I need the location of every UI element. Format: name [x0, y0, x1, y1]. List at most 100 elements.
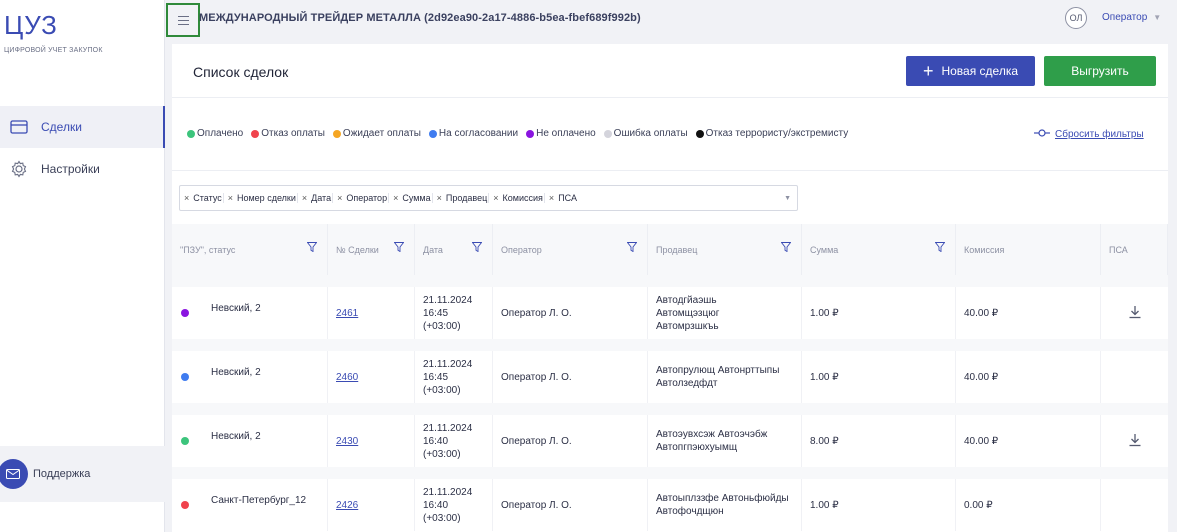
close-icon[interactable]: × [184, 193, 189, 203]
support-button[interactable]: Поддержка [0, 446, 165, 502]
column-chip-label: ПСА [558, 193, 577, 203]
header-sum[interactable]: Сумма [802, 224, 956, 275]
cell-pzu-status: Санкт-Петербург_12 [172, 479, 328, 531]
cell-deal-number: 2461 [328, 287, 415, 339]
cell-seller: Автодгйаэшь Автомщэзцюг Автомрзшкъь [648, 287, 802, 339]
header-date[interactable]: Дата [415, 224, 493, 275]
cell-commission: 40.00 ₽ [956, 351, 1101, 403]
header-pzu-status[interactable]: "ПЗУ", статус [172, 224, 328, 275]
role-dropdown[interactable]: Оператор ▼ [1102, 12, 1161, 23]
header-label: ПСА [1109, 244, 1128, 255]
filter-icon[interactable] [471, 242, 483, 254]
column-chip-label: Продавец [445, 193, 488, 203]
date-date: 21.11.2024 [423, 486, 473, 498]
role-label: Оператор [1102, 12, 1148, 23]
pzu-name: Санкт-Петербург_12 [211, 494, 307, 506]
export-button[interactable]: Выгрузить [1044, 56, 1156, 86]
header-seller[interactable]: Продавец [648, 224, 802, 275]
sidebar-item-settings[interactable]: Настройки [0, 148, 165, 190]
status-legend: Оплачено Отказ оплаты Ожидает оплаты На сог… [187, 128, 856, 139]
date-time: 16:45 [423, 307, 449, 319]
cell-sum: 1.00 ₽ [802, 351, 956, 403]
table-row[interactable]: Невский, 2 2430 21.11.2024 16:40 (+03:00) Опе… [172, 415, 1168, 467]
divider [172, 97, 1168, 98]
sum-value: 1.00 ₽ [810, 371, 839, 383]
mail-icon [0, 459, 28, 489]
deal-link[interactable]: 2460 [336, 372, 358, 383]
date-tz: (+03:00) [423, 320, 461, 332]
cell-operator: Оператор Л. О. [493, 287, 648, 339]
page-title: Список сделок [193, 64, 289, 80]
columns-select[interactable]: × Статус × Номер сделки × Дата × Оператор × Сумма… [179, 185, 798, 211]
date-time: 16:45 [423, 371, 449, 383]
header-deal-number[interactable]: № Сделки [328, 224, 415, 275]
download-icon[interactable] [1128, 433, 1142, 450]
legend-item: Ошибка оплаты [603, 128, 688, 139]
close-icon[interactable]: × [549, 193, 554, 203]
operator-name: Оператор Л. О. [501, 435, 572, 447]
chevron-down-icon: ▼ [1153, 13, 1162, 22]
commission-value: 40.00 ₽ [964, 435, 999, 447]
deal-link[interactable]: 2426 [336, 500, 358, 511]
cell-operator: Оператор Л. О. [493, 351, 648, 403]
status-dot [603, 129, 612, 138]
chevron-down-icon: ▼ [784, 195, 791, 202]
filter-icon[interactable] [393, 242, 405, 254]
cell-deal-number: 2430 [328, 415, 415, 467]
new-deal-button[interactable]: + Новая сделка [906, 56, 1035, 86]
table-row[interactable]: Невский, 2 2460 21.11.2024 16:45 (+03:00) Опе… [172, 351, 1168, 403]
deal-link[interactable]: 2430 [336, 436, 358, 447]
header-commission[interactable]: Комиссия [956, 224, 1101, 275]
cell-psa [1101, 287, 1168, 339]
menu-toggle-button[interactable] [166, 3, 200, 37]
legend-label: Не оплачено [536, 128, 596, 139]
filter-icon[interactable] [934, 242, 946, 254]
sum-value: 1.00 ₽ [810, 307, 839, 319]
column-chip: × ПСА [543, 193, 577, 203]
filter-icon[interactable] [306, 242, 318, 254]
header-label: № Сделки [336, 244, 379, 255]
column-chip: × Комиссия [488, 193, 543, 203]
header-label: Оператор [501, 244, 542, 255]
table-row[interactable]: Невский, 2 2461 21.11.2024 16:45 (+03:00) Опе… [172, 287, 1168, 339]
seller-line: Автодгйаэшь [656, 294, 717, 306]
sum-value: 1.00 ₽ [810, 499, 839, 511]
close-icon[interactable]: × [493, 193, 498, 203]
status-dot [695, 129, 704, 138]
reset-filters-button[interactable]: Сбросить фильтры [1034, 129, 1144, 140]
pzu-name: Невский, 2 [211, 430, 261, 442]
header-psa[interactable]: ПСА [1101, 224, 1168, 275]
cell-operator: Оператор Л. О. [493, 415, 648, 467]
row-gap [172, 403, 1168, 415]
close-icon[interactable]: × [302, 193, 307, 203]
deal-link[interactable]: 2461 [336, 308, 358, 319]
cell-sum: 1.00 ₽ [802, 479, 956, 531]
divider [172, 170, 1168, 171]
legend-label: На согласовании [438, 128, 519, 139]
table-row[interactable]: Санкт-Петербург_12 2426 21.11.2024 16:40 (+0… [172, 479, 1168, 531]
plus-icon: + [922, 61, 934, 81]
cell-seller: Автопрулющ Автонрттыпы Автолзедфдт [648, 351, 802, 403]
status-dot [181, 373, 189, 381]
logo-subtitle: цифровой учет закупок [4, 47, 103, 54]
close-icon[interactable]: × [437, 193, 442, 203]
column-chip-label: Оператор [346, 193, 388, 203]
cell-psa [1101, 479, 1168, 531]
cell-date: 21.11.2024 16:40 (+03:00) [415, 415, 493, 467]
close-icon[interactable]: × [337, 193, 342, 203]
download-icon[interactable] [1128, 305, 1142, 322]
header-operator[interactable]: Оператор [493, 224, 648, 275]
legend-item: На согласовании [428, 128, 519, 139]
cell-commission: 40.00 ₽ [956, 287, 1101, 339]
status-dot [181, 309, 189, 317]
avatar[interactable]: ОЛ [1065, 7, 1087, 29]
seller-line: Автолзедфдт [656, 378, 718, 389]
sidebar-item-deals[interactable]: Сделки [0, 106, 165, 148]
company-name: МЕЖДУНАРОДНЫЙ ТРЕЙДЕР МЕТАЛЛА (2d92ea90-… [199, 12, 641, 24]
filter-icon[interactable] [626, 242, 638, 254]
close-icon[interactable]: × [228, 193, 233, 203]
seller-line: Автоэувхсэж Автоэчэбж [656, 429, 768, 440]
close-icon[interactable]: × [393, 193, 398, 203]
column-chip: × Номер сделки [222, 193, 296, 203]
filter-icon[interactable] [780, 242, 792, 254]
